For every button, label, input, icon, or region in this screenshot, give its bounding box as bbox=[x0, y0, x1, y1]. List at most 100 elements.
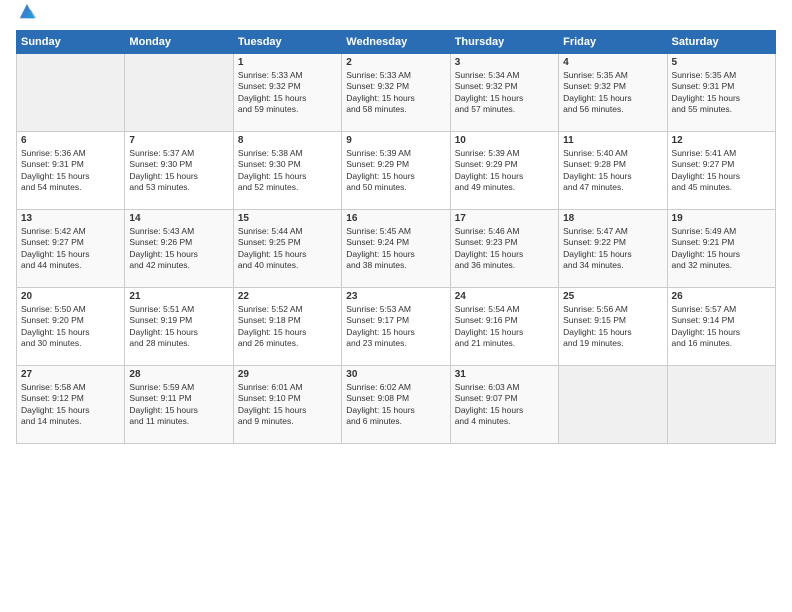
day-number: 6 bbox=[21, 135, 120, 146]
day-cell bbox=[125, 54, 233, 132]
day-cell: 6 Sunrise: 5:36 AMSunset: 9:31 PMDaylight… bbox=[17, 132, 125, 210]
day-info: Sunrise: 6:02 AMSunset: 9:08 PMDaylight:… bbox=[346, 382, 445, 428]
day-info: Sunrise: 5:42 AMSunset: 9:27 PMDaylight:… bbox=[21, 226, 120, 272]
day-number: 28 bbox=[129, 369, 228, 380]
day-info: Sunrise: 5:49 AMSunset: 9:21 PMDaylight:… bbox=[672, 226, 771, 272]
week-row-1: 1 Sunrise: 5:33 AMSunset: 9:32 PMDaylight… bbox=[17, 54, 776, 132]
day-info: Sunrise: 5:35 AMSunset: 9:32 PMDaylight:… bbox=[563, 70, 662, 116]
day-info: Sunrise: 5:52 AMSunset: 9:18 PMDaylight:… bbox=[238, 304, 337, 350]
day-cell: 27 Sunrise: 5:58 AMSunset: 9:12 PMDayligh… bbox=[17, 366, 125, 444]
day-cell: 30 Sunrise: 6:02 AMSunset: 9:08 PMDayligh… bbox=[342, 366, 450, 444]
day-info: Sunrise: 5:53 AMSunset: 9:17 PMDaylight:… bbox=[346, 304, 445, 350]
day-number: 26 bbox=[672, 291, 771, 302]
day-info: Sunrise: 5:39 AMSunset: 9:29 PMDaylight:… bbox=[455, 148, 554, 194]
day-cell: 17 Sunrise: 5:46 AMSunset: 9:23 PMDayligh… bbox=[450, 210, 558, 288]
day-info: Sunrise: 5:58 AMSunset: 9:12 PMDaylight:… bbox=[21, 382, 120, 428]
day-info: Sunrise: 5:38 AMSunset: 9:30 PMDaylight:… bbox=[238, 148, 337, 194]
day-number: 12 bbox=[672, 135, 771, 146]
day-cell: 10Sunrise: 5:39 AMSunset: 9:29 PMDayligh… bbox=[450, 132, 558, 210]
day-info: Sunrise: 5:40 AMSunset: 9:28 PMDaylight:… bbox=[563, 148, 662, 194]
day-info: Sunrise: 5:47 AMSunset: 9:22 PMDaylight:… bbox=[563, 226, 662, 272]
day-number: 19 bbox=[672, 213, 771, 224]
day-header-monday: Monday bbox=[125, 31, 233, 54]
day-info: Sunrise: 5:35 AMSunset: 9:31 PMDaylight:… bbox=[672, 70, 771, 116]
day-cell: 25Sunrise: 5:56 AMSunset: 9:15 PMDayligh… bbox=[559, 288, 667, 366]
day-number: 9 bbox=[346, 135, 445, 146]
day-cell: 22Sunrise: 5:52 AMSunset: 9:18 PMDayligh… bbox=[233, 288, 341, 366]
day-info: Sunrise: 5:59 AMSunset: 9:11 PMDaylight:… bbox=[129, 382, 228, 428]
day-number: 23 bbox=[346, 291, 445, 302]
day-cell: 4 Sunrise: 5:35 AMSunset: 9:32 PMDaylight… bbox=[559, 54, 667, 132]
day-header-thursday: Thursday bbox=[450, 31, 558, 54]
day-header-saturday: Saturday bbox=[667, 31, 775, 54]
day-cell: 14 Sunrise: 5:43 AMSunset: 9:26 PMDayligh… bbox=[125, 210, 233, 288]
day-number: 2 bbox=[346, 57, 445, 68]
day-cell: 19 Sunrise: 5:49 AMSunset: 9:21 PMDayligh… bbox=[667, 210, 775, 288]
day-info: Sunrise: 5:44 AMSunset: 9:25 PMDaylight:… bbox=[238, 226, 337, 272]
day-cell: 24 Sunrise: 5:54 AMSunset: 9:16 PMDayligh… bbox=[450, 288, 558, 366]
header-row: SundayMondayTuesdayWednesdayThursdayFrid… bbox=[17, 31, 776, 54]
day-number: 29 bbox=[238, 369, 337, 380]
day-number: 7 bbox=[129, 135, 228, 146]
day-info: Sunrise: 5:33 AMSunset: 9:32 PMDaylight:… bbox=[346, 70, 445, 116]
day-number: 4 bbox=[563, 57, 662, 68]
day-info: Sunrise: 5:46 AMSunset: 9:23 PMDaylight:… bbox=[455, 226, 554, 272]
day-info: Sunrise: 6:01 AMSunset: 9:10 PMDaylight:… bbox=[238, 382, 337, 428]
day-number: 3 bbox=[455, 57, 554, 68]
day-cell bbox=[667, 366, 775, 444]
page-header bbox=[16, 12, 776, 22]
day-number: 30 bbox=[346, 369, 445, 380]
day-cell: 29 Sunrise: 6:01 AMSunset: 9:10 PMDayligh… bbox=[233, 366, 341, 444]
day-info: Sunrise: 5:39 AMSunset: 9:29 PMDaylight:… bbox=[346, 148, 445, 194]
day-info: Sunrise: 5:54 AMSunset: 9:16 PMDaylight:… bbox=[455, 304, 554, 350]
day-number: 17 bbox=[455, 213, 554, 224]
day-cell: 11 Sunrise: 5:40 AMSunset: 9:28 PMDayligh… bbox=[559, 132, 667, 210]
day-info: Sunrise: 5:37 AMSunset: 9:30 PMDaylight:… bbox=[129, 148, 228, 194]
day-number: 27 bbox=[21, 369, 120, 380]
week-row-4: 20 Sunrise: 5:50 AMSunset: 9:20 PMDayligh… bbox=[17, 288, 776, 366]
day-info: Sunrise: 6:03 AMSunset: 9:07 PMDaylight:… bbox=[455, 382, 554, 428]
day-info: Sunrise: 5:43 AMSunset: 9:26 PMDaylight:… bbox=[129, 226, 228, 272]
day-cell: 13 Sunrise: 5:42 AMSunset: 9:27 PMDayligh… bbox=[17, 210, 125, 288]
day-cell: 3 Sunrise: 5:34 AMSunset: 9:32 PMDaylight… bbox=[450, 54, 558, 132]
day-cell: 12 Sunrise: 5:41 AMSunset: 9:27 PMDayligh… bbox=[667, 132, 775, 210]
day-cell: 20 Sunrise: 5:50 AMSunset: 9:20 PMDayligh… bbox=[17, 288, 125, 366]
day-number: 14 bbox=[129, 213, 228, 224]
day-number: 1 bbox=[238, 57, 337, 68]
day-number: 24 bbox=[455, 291, 554, 302]
day-header-tuesday: Tuesday bbox=[233, 31, 341, 54]
day-cell: 15 Sunrise: 5:44 AMSunset: 9:25 PMDayligh… bbox=[233, 210, 341, 288]
day-header-wednesday: Wednesday bbox=[342, 31, 450, 54]
logo-icon bbox=[18, 2, 36, 22]
day-cell: 31 Sunrise: 6:03 AMSunset: 9:07 PMDayligh… bbox=[450, 366, 558, 444]
calendar-body: 1 Sunrise: 5:33 AMSunset: 9:32 PMDaylight… bbox=[17, 54, 776, 444]
day-number: 11 bbox=[563, 135, 662, 146]
day-cell: 21Sunrise: 5:51 AMSunset: 9:19 PMDayligh… bbox=[125, 288, 233, 366]
day-header-friday: Friday bbox=[559, 31, 667, 54]
day-number: 31 bbox=[455, 369, 554, 380]
day-cell: 8 Sunrise: 5:38 AMSunset: 9:30 PMDaylight… bbox=[233, 132, 341, 210]
day-info: Sunrise: 5:57 AMSunset: 9:14 PMDaylight:… bbox=[672, 304, 771, 350]
day-number: 16 bbox=[346, 213, 445, 224]
day-number: 15 bbox=[238, 213, 337, 224]
day-number: 8 bbox=[238, 135, 337, 146]
day-cell: 9 Sunrise: 5:39 AMSunset: 9:29 PMDaylight… bbox=[342, 132, 450, 210]
day-info: Sunrise: 5:34 AMSunset: 9:32 PMDaylight:… bbox=[455, 70, 554, 116]
logo bbox=[16, 12, 36, 22]
calendar-header: SundayMondayTuesdayWednesdayThursdayFrid… bbox=[17, 31, 776, 54]
day-info: Sunrise: 5:41 AMSunset: 9:27 PMDaylight:… bbox=[672, 148, 771, 194]
day-info: Sunrise: 5:36 AMSunset: 9:31 PMDaylight:… bbox=[21, 148, 120, 194]
day-info: Sunrise: 5:33 AMSunset: 9:32 PMDaylight:… bbox=[238, 70, 337, 116]
day-cell: 26 Sunrise: 5:57 AMSunset: 9:14 PMDayligh… bbox=[667, 288, 775, 366]
day-cell: 2 Sunrise: 5:33 AMSunset: 9:32 PMDaylight… bbox=[342, 54, 450, 132]
day-number: 13 bbox=[21, 213, 120, 224]
day-info: Sunrise: 5:50 AMSunset: 9:20 PMDaylight:… bbox=[21, 304, 120, 350]
day-info: Sunrise: 5:51 AMSunset: 9:19 PMDaylight:… bbox=[129, 304, 228, 350]
week-row-5: 27 Sunrise: 5:58 AMSunset: 9:12 PMDayligh… bbox=[17, 366, 776, 444]
day-header-sunday: Sunday bbox=[17, 31, 125, 54]
calendar-table: SundayMondayTuesdayWednesdayThursdayFrid… bbox=[16, 30, 776, 444]
day-cell bbox=[17, 54, 125, 132]
day-info: Sunrise: 5:56 AMSunset: 9:15 PMDaylight:… bbox=[563, 304, 662, 350]
day-cell: 7 Sunrise: 5:37 AMSunset: 9:30 PMDaylight… bbox=[125, 132, 233, 210]
day-number: 20 bbox=[21, 291, 120, 302]
